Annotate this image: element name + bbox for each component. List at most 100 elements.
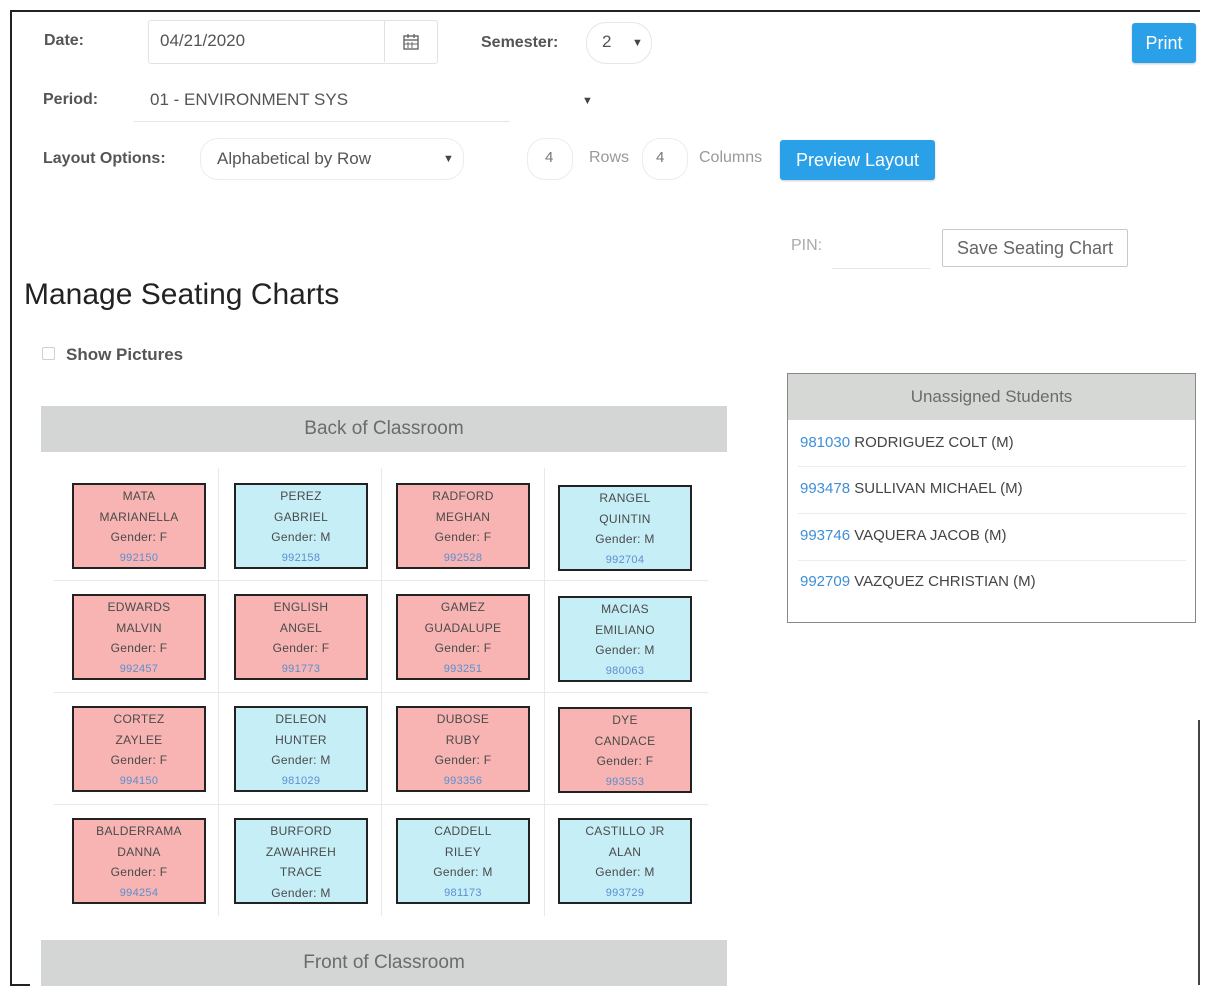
calendar-icon[interactable] (384, 20, 436, 62)
seat-card[interactable]: CORTEZ ZAYLEE Gender: F 994150 (72, 706, 206, 792)
seat-first-name: DANNA (117, 844, 161, 859)
seat-last-name: PEREZ (280, 489, 322, 503)
seat-student-id: 993553 (605, 775, 645, 788)
grid-line (54, 804, 708, 805)
columns-value: 4 (656, 149, 665, 166)
seat-student-id: 994254 (119, 886, 159, 899)
student-name: SULLIVAN MICHAEL (M) (854, 480, 1023, 497)
unassigned-student[interactable]: 992709 VAZQUEZ CHRISTIAN (M) (800, 573, 1036, 590)
seat-student-id: 992150 (119, 551, 159, 564)
seat-gender: Gender: M (433, 865, 493, 879)
seat-gender: Gender: F (434, 530, 492, 544)
seat-student-id: 992704 (605, 553, 645, 566)
seat-card[interactable]: GAMEZ GUADALUPE Gender: F 993251 (396, 594, 530, 680)
seat-student-id: 993251 (443, 662, 483, 675)
seat-card[interactable]: DYE CANDACE Gender: F 993553 (558, 707, 692, 793)
unassigned-student[interactable]: 981030 RODRIGUEZ COLT (M) (800, 434, 1014, 451)
seat-last-name: BURFORD (270, 824, 332, 838)
student-id-link[interactable]: 992709 (800, 573, 850, 590)
layout-value: Alphabetical by Row (217, 149, 372, 168)
save-seating-chart-button[interactable]: Save Seating Chart (942, 229, 1128, 267)
seat-gender: Gender: M (271, 530, 331, 544)
date-label: Date: (44, 32, 85, 49)
seat-first-name: RUBY (445, 732, 481, 747)
seat-first-name: ZAWAHREH (265, 844, 337, 859)
unassigned-student[interactable]: 993478 SULLIVAN MICHAEL (M) (800, 480, 1023, 497)
seat-first-name: GABRIEL (273, 509, 329, 524)
seat-first-name: ANGEL (279, 620, 323, 635)
seat-first-name: MARIANELLA (99, 509, 179, 524)
seat-first-name: HUNTER (275, 732, 327, 747)
seat-card[interactable]: RADFORD MEGHAN Gender: F 992528 (396, 483, 530, 569)
seat-student-id: 993729 (605, 886, 645, 899)
seat-student-id: 992158 (281, 551, 321, 564)
seat-card[interactable]: DUBOSE RUBY Gender: F 993356 (396, 706, 530, 792)
chevron-down-icon: ▼ (632, 37, 643, 49)
seat-card[interactable]: BURFORD ZAWAHREH TRACE Gender: M (234, 818, 368, 904)
period-underline (134, 121, 510, 122)
seat-first-name: MALVIN (116, 620, 162, 635)
rows-label: Rows (589, 149, 630, 166)
seat-card[interactable]: CADDELL RILEY Gender: M 981173 (396, 818, 530, 904)
semester-label: Semester: (481, 34, 559, 51)
seat-card[interactable]: PEREZ GABRIEL Gender: M 992158 (234, 483, 368, 569)
student-id-link[interactable]: 993746 (800, 527, 850, 544)
show-pictures-checkbox[interactable] (42, 347, 55, 360)
date-value: 04/21/2020 (160, 31, 246, 50)
seat-student-id: 993356 (443, 774, 483, 787)
seat-last-name: RADFORD (432, 489, 494, 503)
seat-last-name: CADDELL (434, 824, 492, 838)
seat-last-name: MATA (122, 489, 156, 503)
seat-last-name: BALDERRAMA (96, 824, 182, 838)
seat-card[interactable]: MACIAS EMILIANO Gender: M 980063 (558, 596, 692, 682)
print-button[interactable]: Print (1132, 23, 1196, 63)
seat-gender: Gender: F (110, 641, 168, 655)
seat-last-name: EDWARDS (107, 600, 171, 614)
pin-label: PIN: (791, 237, 823, 254)
seat-student-id: 991773 (281, 662, 321, 675)
show-pictures-label: Show Pictures (66, 345, 184, 364)
pin-input[interactable] (832, 268, 930, 269)
student-id-link[interactable]: 993478 (800, 480, 850, 497)
seat-last-name: DELEON (275, 712, 327, 726)
seat-last-name: GAMEZ (440, 600, 486, 614)
divider (798, 560, 1186, 561)
seat-gender: Gender: F (272, 641, 330, 655)
seat-last-name: CASTILLO JR (585, 824, 665, 838)
seat-card[interactable]: BALDERRAMA DANNA Gender: F 994254 (72, 818, 206, 904)
frame-bottom-border (10, 984, 30, 986)
page-title: Manage Seating Charts (24, 278, 340, 311)
unassigned-students-panel: Unassigned Students 981030 RODRIGUEZ COL… (787, 373, 1196, 623)
seat-gender: Gender: M (595, 865, 655, 879)
columns-input[interactable] (642, 138, 688, 180)
preview-layout-button[interactable]: Preview Layout (780, 140, 935, 180)
seat-card[interactable]: ENGLISH ANGEL Gender: F 991773 (234, 594, 368, 680)
seat-first-name: EMILIANO (595, 622, 655, 637)
seat-third-name: TRACE (279, 865, 323, 879)
seat-last-name: DUBOSE (436, 712, 490, 726)
period-select[interactable]: 01 - ENVIRONMENT SYS (150, 90, 348, 110)
student-id-link[interactable]: 981030 (800, 434, 850, 451)
grid-line (54, 580, 708, 581)
grid-line (54, 692, 708, 693)
seat-card[interactable]: EDWARDS MALVIN Gender: F 992457 (72, 594, 206, 680)
seat-gender: Gender: F (434, 641, 492, 655)
seat-gender: Gender: F (596, 754, 654, 768)
seat-first-name: CANDACE (594, 733, 656, 748)
divider (798, 513, 1186, 514)
seat-student-id: 992457 (119, 662, 159, 675)
seat-last-name: CORTEZ (113, 712, 165, 726)
seat-card[interactable]: CASTILLO JR ALAN Gender: M 993729 (558, 818, 692, 904)
seat-card[interactable]: RANGEL QUINTIN Gender: M 992704 (558, 485, 692, 571)
divider (798, 466, 1186, 467)
seat-gender: Gender: M (271, 753, 331, 767)
seat-first-name: GUADALUPE (424, 620, 502, 635)
seat-card[interactable]: DELEON HUNTER Gender: M 981029 (234, 706, 368, 792)
layout-options-label: Layout Options: (43, 150, 166, 167)
unassigned-header: Unassigned Students (788, 374, 1195, 420)
chevron-down-icon: ▼ (443, 153, 454, 165)
student-name: RODRIGUEZ COLT (M) (854, 434, 1014, 451)
unassigned-student[interactable]: 993746 VAQUERA JACOB (M) (800, 527, 1006, 544)
front-of-classroom-banner: Front of Classroom (41, 940, 727, 986)
seat-card[interactable]: MATA MARIANELLA Gender: F 992150 (72, 483, 206, 569)
